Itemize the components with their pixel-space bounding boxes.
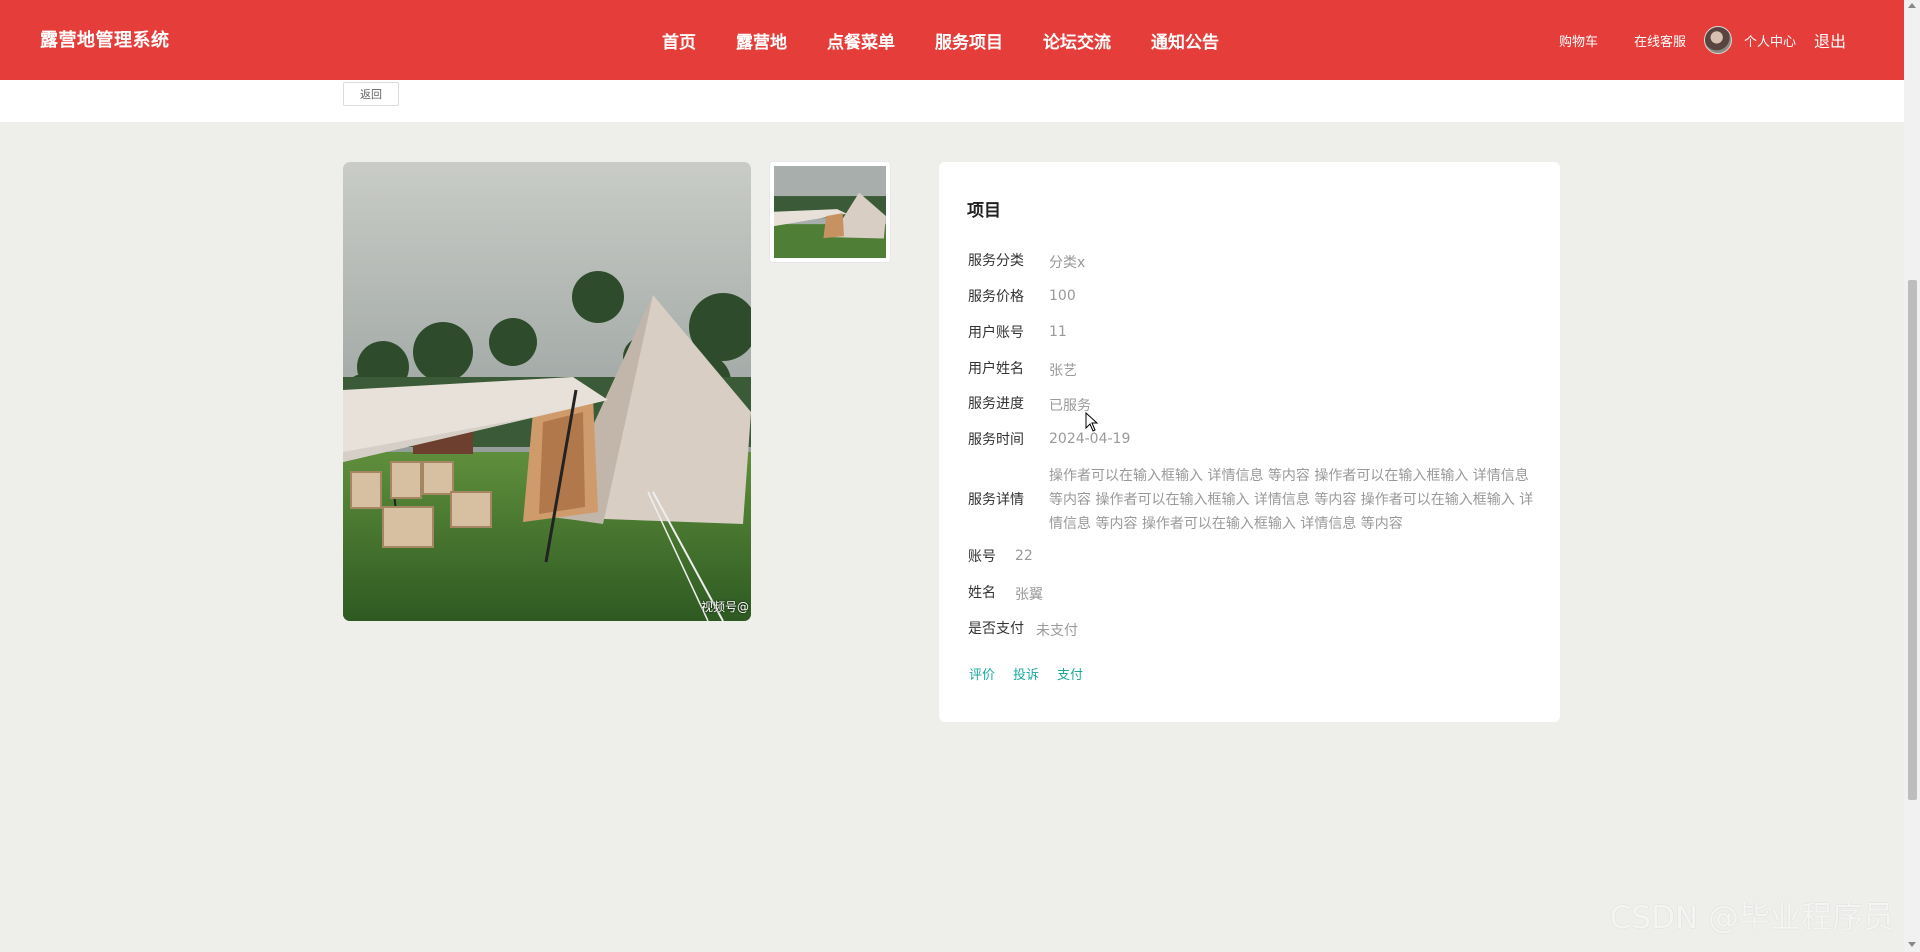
field-label: 服务时间 [968, 432, 1024, 448]
nav-item-campsite[interactable]: 露营地 [736, 28, 787, 53]
field-value: 100 [1049, 288, 1076, 304]
tent-photo [343, 162, 751, 621]
field-value: 张翼 [1015, 587, 1043, 603]
scrollbar-thumb[interactable] [1908, 280, 1917, 800]
field-label: 姓名 [968, 585, 996, 601]
tent-thumbnail [774, 166, 886, 258]
top-navigation-bar: 露营地管理系统 首页 露营地 点餐菜单 服务项目 论坛交流 通知公告 购物车 在… [0, 0, 1904, 80]
complaint-link[interactable]: 投诉 [1013, 664, 1039, 683]
review-link[interactable]: 评价 [969, 664, 995, 683]
field-row-user-name: 用户姓名 张艺 [968, 358, 1077, 380]
back-toolbar: 返回 [0, 80, 1904, 122]
field-label: 用户姓名 [968, 361, 1024, 377]
nav-item-home[interactable]: 首页 [662, 28, 696, 53]
cart-link[interactable]: 购物车 [1559, 31, 1598, 50]
field-row-name: 姓名 张翼 [968, 582, 1043, 604]
back-button[interactable]: 返回 [343, 82, 399, 106]
app-brand-title[interactable]: 露营地管理系统 [40, 26, 170, 52]
field-row-user-account: 用户账号 11 [968, 322, 1067, 342]
thumbnail-image[interactable] [770, 162, 890, 262]
user-menu: 购物车 在线客服 个人中心 退出 [1559, 22, 1846, 58]
field-row-account: 账号 22 [968, 546, 1033, 566]
page-scrollbar[interactable] [1904, 0, 1920, 952]
cursor-arrow-icon [1085, 412, 1099, 432]
field-row-category: 服务分类 分类x [968, 250, 1085, 272]
field-label: 服务分类 [968, 253, 1024, 269]
field-value: 22 [1015, 548, 1033, 564]
pay-link[interactable]: 支付 [1057, 664, 1083, 683]
nav-item-notices[interactable]: 通知公告 [1151, 28, 1219, 53]
csdn-watermark: CSDN @毕业程序员 [1609, 900, 1894, 936]
field-row-paid: 是否支付 未支付 [968, 618, 1078, 640]
field-value: 分类x [1049, 255, 1086, 271]
main-navigation: 首页 露营地 点餐菜单 服务项目 论坛交流 通知公告 [662, 28, 1219, 53]
image-watermark-text: 视频号@ [700, 600, 749, 614]
service-detail-text: 操作者可以在输入框输入 详情信息 等内容 操作者可以在输入框输入 详情信息 等内… [1049, 468, 1534, 532]
field-label: 用户账号 [968, 325, 1024, 341]
card-actions: 评价 投诉 支付 [969, 664, 1083, 683]
field-row-progress: 服务进度 已服务 [968, 393, 1091, 415]
nav-item-menu[interactable]: 点餐菜单 [827, 28, 895, 53]
field-value: 11 [1049, 324, 1067, 340]
logout-link[interactable]: 退出 [1814, 28, 1846, 52]
field-value: 未支付 [1036, 623, 1078, 639]
service-detail-label: 服务详情 [968, 492, 1024, 508]
scroll-up-icon[interactable] [1908, 3, 1916, 8]
scroll-down-icon[interactable] [1908, 942, 1916, 947]
card-title: 项目 [967, 201, 1001, 221]
field-label: 是否支付 [968, 621, 1024, 637]
personal-center-link[interactable]: 个人中心 [1744, 31, 1796, 50]
nav-item-forum[interactable]: 论坛交流 [1043, 28, 1111, 53]
field-value: 2024-04-19 [1049, 431, 1131, 447]
service-detail-card: 项目 服务分类 分类x 服务价格 100 用户账号 11 用户姓名 张艺 服务进… [939, 162, 1560, 722]
field-value: 张艺 [1049, 363, 1077, 379]
main-product-image: 视频号@ [343, 162, 751, 621]
online-service-link[interactable]: 在线客服 [1634, 31, 1686, 50]
avatar[interactable] [1704, 26, 1733, 54]
field-label: 服务价格 [968, 289, 1024, 305]
nav-item-services[interactable]: 服务项目 [935, 28, 1003, 53]
field-row-service-time: 服务时间 2024-04-19 [968, 429, 1130, 449]
field-label: 账号 [968, 549, 996, 565]
field-label: 服务进度 [968, 396, 1024, 412]
field-row-price: 服务价格 100 [968, 286, 1076, 306]
